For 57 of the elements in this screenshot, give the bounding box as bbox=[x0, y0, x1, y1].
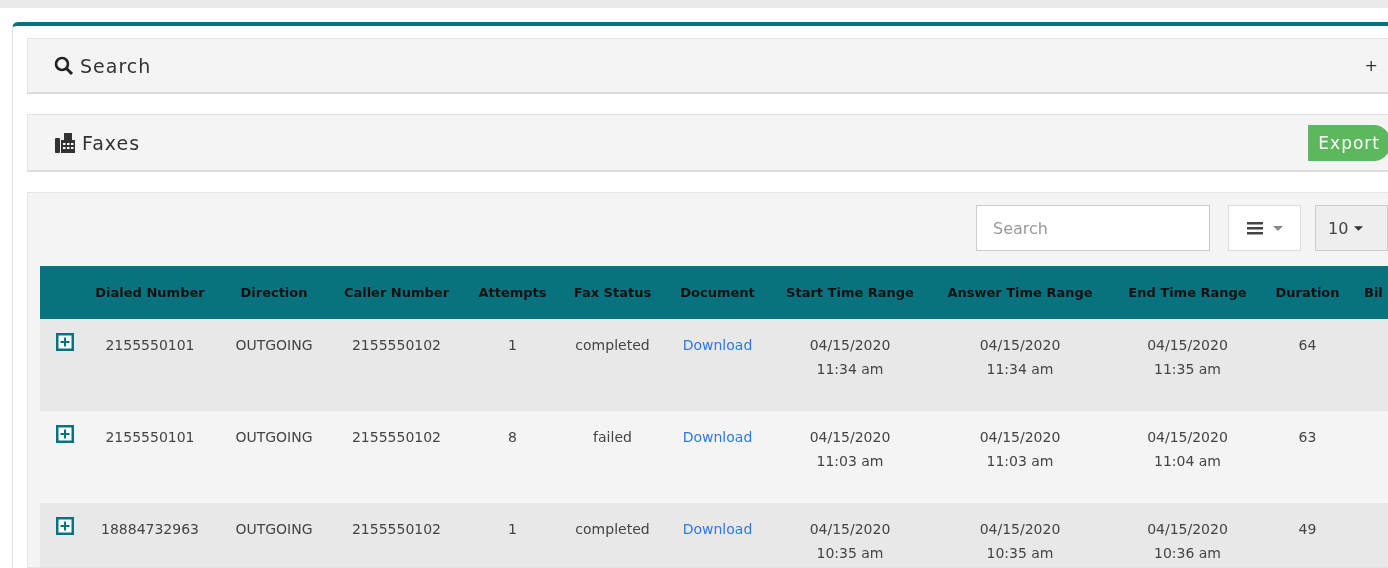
fax-status: completed bbox=[575, 337, 650, 353]
panel-title: Search bbox=[80, 54, 153, 77]
start-time: 04/15/2020 11:03 am bbox=[809, 429, 891, 469]
direction: OUTGOING bbox=[235, 337, 313, 353]
direction: OUTGOING bbox=[235, 521, 313, 537]
end-time: 04/15/2020 11:35 am bbox=[1147, 337, 1228, 377]
fax-status: completed bbox=[575, 521, 650, 537]
export-button[interactable]: Export bbox=[1308, 124, 1388, 161]
column-header: Direction bbox=[220, 266, 328, 319]
search-field[interactable]: Search bbox=[976, 205, 1210, 251]
attempts: 1 bbox=[508, 521, 517, 537]
expand-row-icon[interactable] bbox=[56, 425, 74, 443]
start-time: 04/15/2020 11:34 am bbox=[809, 337, 891, 377]
answer-time: 04/15/2020 11:34 am bbox=[979, 337, 1061, 377]
page-size-dropdown[interactable]: 10 bbox=[1315, 205, 1388, 251]
answer-time: 04/15/2020 11:03 am bbox=[979, 429, 1061, 469]
end-time: 04/15/2020 10:36 am bbox=[1147, 521, 1228, 561]
column-header: Start Time Range bbox=[770, 266, 930, 319]
duration: 49 bbox=[1298, 521, 1317, 537]
document-link[interactable]: Download bbox=[682, 337, 753, 353]
column-header: Answer Time Range bbox=[930, 266, 1110, 319]
panel-title: Faxes bbox=[82, 131, 142, 154]
fax-icon bbox=[54, 131, 76, 154]
document-link[interactable]: Download bbox=[682, 429, 753, 445]
column-header: Document bbox=[665, 266, 770, 319]
search-icon bbox=[54, 55, 74, 76]
start-time: 04/15/2020 10:35 am bbox=[809, 521, 891, 561]
direction: OUTGOING bbox=[235, 429, 313, 445]
expand-row-icon[interactable] bbox=[56, 333, 74, 351]
search-panel[interactable]: Search + bbox=[27, 38, 1388, 94]
column-header: End Time Range bbox=[1110, 266, 1265, 319]
column-header: Duration bbox=[1265, 266, 1350, 319]
expand-row-icon[interactable] bbox=[56, 517, 74, 535]
columns-button[interactable] bbox=[1228, 205, 1302, 251]
attempts: 8 bbox=[508, 429, 517, 445]
column-header: Caller Number bbox=[328, 266, 465, 319]
column-header: Fax Status bbox=[560, 266, 665, 319]
document-link[interactable]: Download bbox=[682, 521, 753, 537]
dialed-number: 18884732963 bbox=[101, 521, 199, 537]
dialed-number: 2155550101 bbox=[105, 337, 195, 353]
column-header: Dialed Number bbox=[80, 266, 220, 319]
expand-toggle[interactable]: + bbox=[1364, 56, 1378, 75]
fax-status: failed bbox=[593, 429, 632, 445]
caller-number: 2155550102 bbox=[351, 337, 442, 353]
menu-icon bbox=[1246, 221, 1263, 235]
duration: 63 bbox=[1298, 429, 1317, 445]
answer-time: 04/15/2020 10:35 am bbox=[979, 521, 1061, 561]
dialed-number: 2155550101 bbox=[105, 429, 195, 445]
attempts: 1 bbox=[508, 337, 517, 353]
caller-number: 2155550102 bbox=[351, 429, 442, 445]
caller-number: 2155550102 bbox=[351, 521, 442, 537]
duration: 64 bbox=[1298, 337, 1317, 353]
column-header: Bil bbox=[1350, 266, 1388, 319]
end-time: 04/15/2020 11:04 am bbox=[1147, 429, 1228, 469]
column-header: Attempts bbox=[465, 266, 560, 319]
caret-icon bbox=[1354, 225, 1364, 231]
caret-icon bbox=[1272, 225, 1283, 231]
